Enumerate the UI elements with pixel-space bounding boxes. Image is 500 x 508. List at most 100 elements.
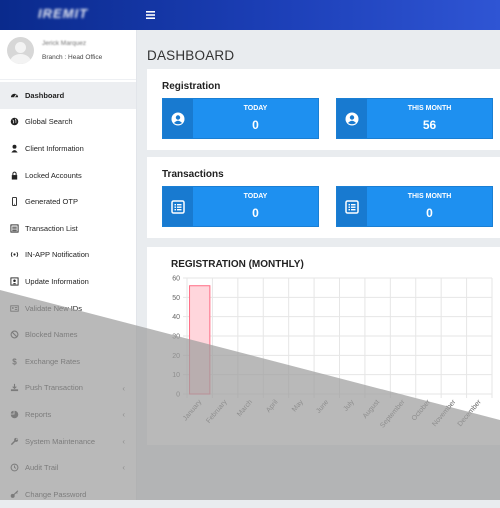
lock-icon — [10, 171, 19, 180]
chevron-left-icon: ‹ — [122, 436, 125, 446]
sidebar-item-label: Locked Accounts — [25, 170, 82, 180]
y-tick-label: 50 — [172, 295, 180, 302]
svg-text:$: $ — [12, 357, 17, 365]
transactions-title: Transactions — [162, 169, 224, 180]
x-tick-label: February — [205, 398, 229, 424]
transactions-today-value: 0 — [252, 206, 259, 220]
dashboard-icon — [10, 91, 19, 100]
sidebar-item-label: Global Search — [25, 117, 73, 127]
sidebar: Jerick Marquez Branch : Head Office Dash… — [0, 30, 137, 500]
sidebar-item-label: System Maintenance — [25, 436, 96, 446]
x-tick-label: April — [265, 398, 280, 414]
sidebar-item-global-search[interactable]: Global Search — [0, 109, 136, 136]
sidebar-item-label: Reports — [25, 409, 52, 419]
sidebar-item-transaction-list[interactable]: Transaction List — [0, 215, 136, 242]
pie-chart-icon — [10, 410, 19, 419]
sidebar-item-label: Generated OTP — [25, 197, 78, 207]
x-tick-label: October — [411, 398, 433, 422]
sidebar-item-label: IN-APP Notification — [25, 250, 90, 260]
sidebar-item-system-maintenance[interactable]: System Maintenance ‹ — [0, 428, 136, 455]
y-tick-label: 30 — [172, 334, 180, 341]
avatar — [7, 37, 34, 64]
registration-month-value: 56 — [422, 118, 437, 132]
y-tick-label: 20 — [172, 353, 180, 360]
sidebar-item-label: Blocked Names — [25, 330, 78, 340]
y-tick-label: 0 — [176, 392, 180, 399]
sidebar-item-label: Client Information — [25, 143, 84, 153]
sidebar-item-label: Transaction List — [25, 223, 78, 233]
y-tick-label: 60 — [172, 276, 180, 283]
transactions-today-label: TODAY — [243, 193, 268, 200]
globe-icon — [10, 117, 19, 126]
registration-today-label: TODAY — [243, 105, 268, 112]
list-alt-icon — [163, 187, 193, 226]
sidebar-item-audit-trail[interactable]: Audit Trail ‹ — [0, 454, 136, 481]
sidebar-item-label: Update Information — [25, 276, 89, 286]
sidebar-item-generated-otp[interactable]: Generated OTP — [0, 188, 136, 215]
registration-chart-card: REGISTRATION (MONTHLY) 0 10 20 30 40 50 60 Janu… — [147, 247, 500, 445]
download-icon — [10, 383, 19, 392]
sidebar-item-exchange-rates[interactable]: $ Exchange Rates — [0, 348, 136, 375]
top-navbar: IREMIT — [0, 0, 500, 30]
sidebar-item-label: Push Transaction — [25, 383, 83, 393]
transactions-month-value: 0 — [426, 206, 433, 220]
sidebar-item-update-information[interactable]: Update Information — [0, 268, 136, 295]
broadcast-icon — [10, 250, 19, 259]
sidebar-item-reports[interactable]: Reports ‹ — [0, 401, 136, 428]
wrench-icon — [10, 437, 19, 446]
sidebar-item-client-information[interactable]: Client Information — [0, 135, 136, 162]
bar-january — [189, 285, 211, 395]
id-card-icon — [10, 277, 19, 286]
sidebar-item-push-transaction[interactable]: Push Transaction ‹ — [0, 375, 136, 402]
history-icon — [10, 463, 19, 472]
y-tick-label: 40 — [172, 314, 180, 321]
x-tick-label: May — [291, 398, 305, 413]
hamburger-icon[interactable] — [146, 9, 155, 21]
registration-card: Registration TODAY 0 THIS MONTH 56 — [147, 69, 500, 150]
chevron-left-icon: ‹ — [122, 383, 125, 393]
sidebar-item-locked-accounts[interactable]: Locked Accounts — [0, 162, 136, 189]
x-tick-label: March — [236, 399, 254, 418]
main-content: DASHBOARD Registration TODAY 0 THIS MONT… — [137, 30, 500, 500]
registration-today-box: TODAY 0 — [162, 98, 319, 139]
sidebar-item-label: Dashboard — [25, 90, 65, 100]
registration-month-box: THIS MONTH 56 — [336, 98, 493, 139]
ban-icon — [10, 330, 19, 339]
id-badge-icon — [10, 304, 19, 313]
chevron-left-icon: ‹ — [122, 410, 125, 420]
brand-logo[interactable]: IREMIT — [38, 6, 102, 24]
transactions-month-label: THIS MONTH — [407, 193, 452, 200]
sidebar-menu: Dashboard Global Search Client Information… — [0, 82, 136, 508]
x-tick-label: August — [362, 399, 381, 420]
user-circle-icon — [163, 99, 193, 138]
key-icon — [10, 490, 19, 499]
registration-chart: 0 10 20 30 40 50 60 January February March April Ma… — [172, 276, 493, 430]
mobile-icon — [10, 197, 19, 207]
sidebar-item-label: Validate New IDs — [25, 303, 82, 313]
list-icon — [10, 224, 19, 233]
registration-month-label: THIS MONTH — [407, 105, 452, 112]
x-tick-label: January — [182, 398, 204, 422]
sidebar-item-label: Change Password — [25, 489, 87, 499]
x-tick-label: November — [431, 398, 458, 428]
sidebar-item-change-password[interactable]: Change Password — [0, 481, 136, 508]
list-alt-icon — [337, 187, 367, 226]
dollar-icon: $ — [10, 357, 19, 365]
sidebar-item-validate-new-ids[interactable]: Validate New IDs — [0, 295, 136, 322]
user-branch: Branch : Head Office — [42, 54, 103, 61]
sidebar-item-dashboard[interactable]: Dashboard — [0, 82, 136, 109]
sidebar-item-blocked-names[interactable]: Blocked Names — [0, 321, 136, 348]
registration-today-value: 0 — [252, 118, 259, 132]
x-tick-label: September — [379, 398, 407, 429]
sidebar-item-label: Exchange Rates — [25, 356, 81, 366]
transactions-month-box: THIS MONTH 0 — [336, 186, 493, 227]
y-tick-label: 10 — [172, 372, 180, 379]
user-panel: Jerick Marquez Branch : Head Office — [0, 30, 136, 80]
sidebar-item-in-app-notification[interactable]: IN-APP Notification — [0, 242, 136, 269]
page-title: DASHBOARD — [147, 48, 235, 63]
transactions-today-box: TODAY 0 — [162, 186, 319, 227]
x-tick-label: June — [315, 399, 330, 415]
user-circle-icon — [337, 99, 367, 138]
chevron-left-icon: ‹ — [122, 463, 125, 473]
user-icon — [10, 144, 19, 153]
